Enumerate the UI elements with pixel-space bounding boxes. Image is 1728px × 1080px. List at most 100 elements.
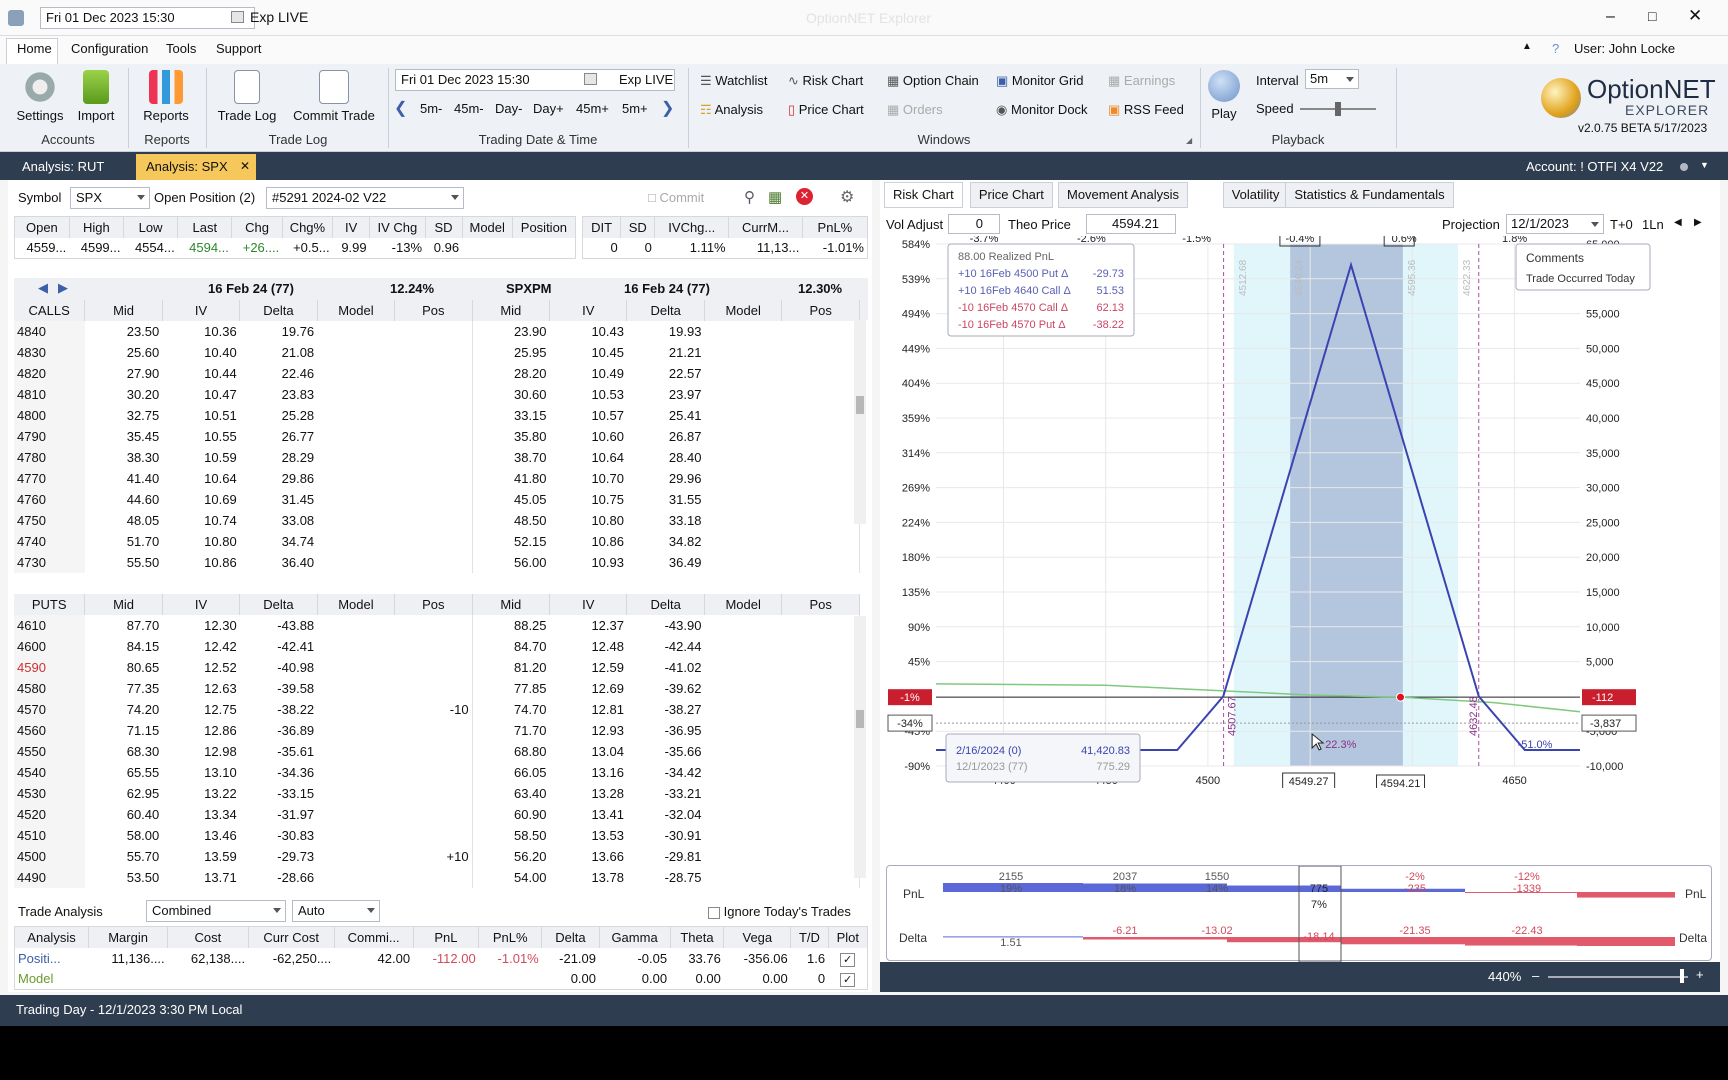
- chain-cell[interactable]: [317, 825, 394, 846]
- chain-cell[interactable]: [317, 615, 394, 636]
- chain-cell[interactable]: 48.05: [85, 510, 162, 531]
- projection-select[interactable]: 12/1/2023: [1506, 214, 1604, 234]
- chain-cell[interactable]: 12.52: [162, 657, 239, 678]
- chain-row[interactable]: 4820 27.90 10.44 22.46 28.20 10.49 22.57: [14, 363, 860, 384]
- tab-analysis-rut[interactable]: Analysis: RUT: [12, 154, 114, 180]
- chain-cell[interactable]: 68.30: [85, 741, 162, 762]
- chain-cell[interactable]: [781, 615, 860, 636]
- chain-cell[interactable]: 30.60: [472, 384, 549, 405]
- chain-cell[interactable]: [317, 489, 394, 510]
- position-col-header[interactable]: CurrM...: [728, 216, 803, 238]
- monitor-dock-item[interactable]: ◉ Monitor Dock: [996, 102, 1088, 118]
- settings-button[interactable]: Settings: [10, 68, 70, 128]
- chain-cell[interactable]: 29.86: [240, 468, 317, 489]
- zoom-slider-thumb[interactable]: [1680, 969, 1684, 983]
- chain-cell[interactable]: 10.53: [550, 384, 627, 405]
- chain-cell[interactable]: [781, 363, 860, 384]
- chain-cell[interactable]: [704, 846, 781, 867]
- chain-col-header[interactable]: Model: [317, 594, 396, 615]
- step-back-arrow-icon[interactable]: ❮: [394, 98, 407, 118]
- chain-cell[interactable]: 10.44: [162, 363, 239, 384]
- windows-group-expand-icon[interactable]: ◢: [1186, 136, 1192, 145]
- line-count-toggle[interactable]: 1Ln: [1642, 217, 1664, 232]
- chain-cell[interactable]: [781, 678, 860, 699]
- chain-cell[interactable]: 10.36: [162, 321, 239, 342]
- chain-cell[interactable]: 35.45: [85, 426, 162, 447]
- chain-cell[interactable]: 10.59: [162, 447, 239, 468]
- chain-cell[interactable]: -36.95: [627, 720, 704, 741]
- puts-scroll-thumb[interactable]: [856, 710, 864, 728]
- plot-cell[interactable]: ✓: [828, 969, 867, 990]
- chain-col-header[interactable]: Pos: [394, 300, 473, 321]
- play-button[interactable]: Play: [1202, 68, 1246, 128]
- chain-col-header[interactable]: Model: [704, 594, 783, 615]
- chain-cell[interactable]: [317, 804, 394, 825]
- chain-cell[interactable]: 31.55: [627, 489, 704, 510]
- chain-cell[interactable]: 65.55: [85, 762, 162, 783]
- chain-cell[interactable]: -42.41: [240, 636, 317, 657]
- chain-cell[interactable]: [704, 489, 781, 510]
- chain-cell[interactable]: -29.73: [240, 846, 317, 867]
- chain-cell[interactable]: 28.29: [240, 447, 317, 468]
- chain-cell[interactable]: 10.40: [162, 342, 239, 363]
- position-col-header[interactable]: IVChg...: [654, 216, 730, 238]
- step-day-back[interactable]: Day-: [495, 101, 522, 116]
- menu-home-label[interactable]: Home: [17, 41, 52, 56]
- chain-row[interactable]: 4800 32.75 10.51 25.28 33.15 10.57 25.41: [14, 405, 860, 426]
- chain-cell[interactable]: [781, 321, 860, 342]
- quote-col-header[interactable]: Chg: [231, 216, 283, 238]
- chain-cell[interactable]: [394, 552, 473, 573]
- chain-cell[interactable]: [704, 447, 781, 468]
- chain-cell[interactable]: -33.21: [627, 783, 704, 804]
- chain-cell[interactable]: 22.57: [627, 363, 704, 384]
- chain-cell[interactable]: 41.40: [85, 468, 162, 489]
- chain-cell[interactable]: 19.76: [240, 321, 317, 342]
- quote-col-header[interactable]: Low: [123, 216, 179, 238]
- chain-cell[interactable]: 10.93: [550, 552, 627, 573]
- chain-row[interactable]: 4510 58.00 13.46 -30.83 58.50 13.53 -30.91: [14, 825, 860, 846]
- chain-cell[interactable]: -32.04: [627, 804, 704, 825]
- chain-cell[interactable]: 29.96: [627, 468, 704, 489]
- position-col-header[interactable]: PnL%: [802, 216, 869, 238]
- chain-cell[interactable]: 35.80: [472, 426, 549, 447]
- puts-scrollbar[interactable]: [854, 616, 866, 878]
- chain-row[interactable]: 4560 71.15 12.86 -36.89 71.70 12.93 -36.95: [14, 720, 860, 741]
- chain-row[interactable]: 4750 48.05 10.74 33.08 48.50 10.80 33.18: [14, 510, 860, 531]
- chain-cell[interactable]: 34.74: [240, 531, 317, 552]
- step-forward-arrow-icon[interactable]: ❯: [661, 98, 674, 118]
- chain-cell[interactable]: 84.70: [472, 636, 549, 657]
- chain-cell[interactable]: 55.50: [85, 552, 162, 573]
- chain-cell[interactable]: [704, 426, 781, 447]
- chain-cell[interactable]: 12.75: [162, 699, 239, 720]
- chain-cell[interactable]: [704, 678, 781, 699]
- zoom-slider[interactable]: [1548, 976, 1688, 978]
- chain-cell[interactable]: 10.47: [162, 384, 239, 405]
- chain-cell[interactable]: [317, 552, 394, 573]
- chain-cell[interactable]: [781, 846, 860, 867]
- chain-row[interactable]: 4590 80.65 12.52 -40.98 81.20 12.59 -41.02: [14, 657, 860, 678]
- chain-cell[interactable]: [394, 657, 473, 678]
- close-tab-icon[interactable]: ✕: [240, 159, 250, 173]
- chain-cell[interactable]: 36.40: [240, 552, 317, 573]
- gear-icon[interactable]: ⚙: [840, 187, 854, 207]
- chain-cell[interactable]: 60.40: [85, 804, 162, 825]
- chain-cell[interactable]: 10.80: [550, 510, 627, 531]
- step-5m-fwd[interactable]: 5m+: [622, 101, 648, 116]
- chain-cell[interactable]: 12.86: [162, 720, 239, 741]
- maximize-button[interactable]: □: [1648, 8, 1656, 24]
- trade-analysis-col-header[interactable]: Vega: [723, 926, 792, 948]
- chain-cell[interactable]: [704, 804, 781, 825]
- chain-cell[interactable]: 33.08: [240, 510, 317, 531]
- chain-cell[interactable]: 55.70: [85, 846, 162, 867]
- trade-analysis-col-header[interactable]: Commi...: [334, 926, 414, 948]
- chain-col-header[interactable]: Pos: [781, 594, 860, 615]
- theo-price-input[interactable]: 4594.21: [1086, 214, 1176, 234]
- trade-analysis-col-header[interactable]: Curr Cost: [248, 926, 335, 948]
- chain-row[interactable]: 4520 60.40 13.34 -31.97 60.90 13.41 -32.04: [14, 804, 860, 825]
- chain-col-header[interactable]: Mid: [472, 594, 551, 615]
- chain-cell[interactable]: [704, 762, 781, 783]
- quote-col-header[interactable]: Model: [462, 216, 513, 238]
- chain-cell[interactable]: [394, 741, 473, 762]
- chain-cell[interactable]: 25.28: [240, 405, 317, 426]
- chain-cell[interactable]: [394, 426, 473, 447]
